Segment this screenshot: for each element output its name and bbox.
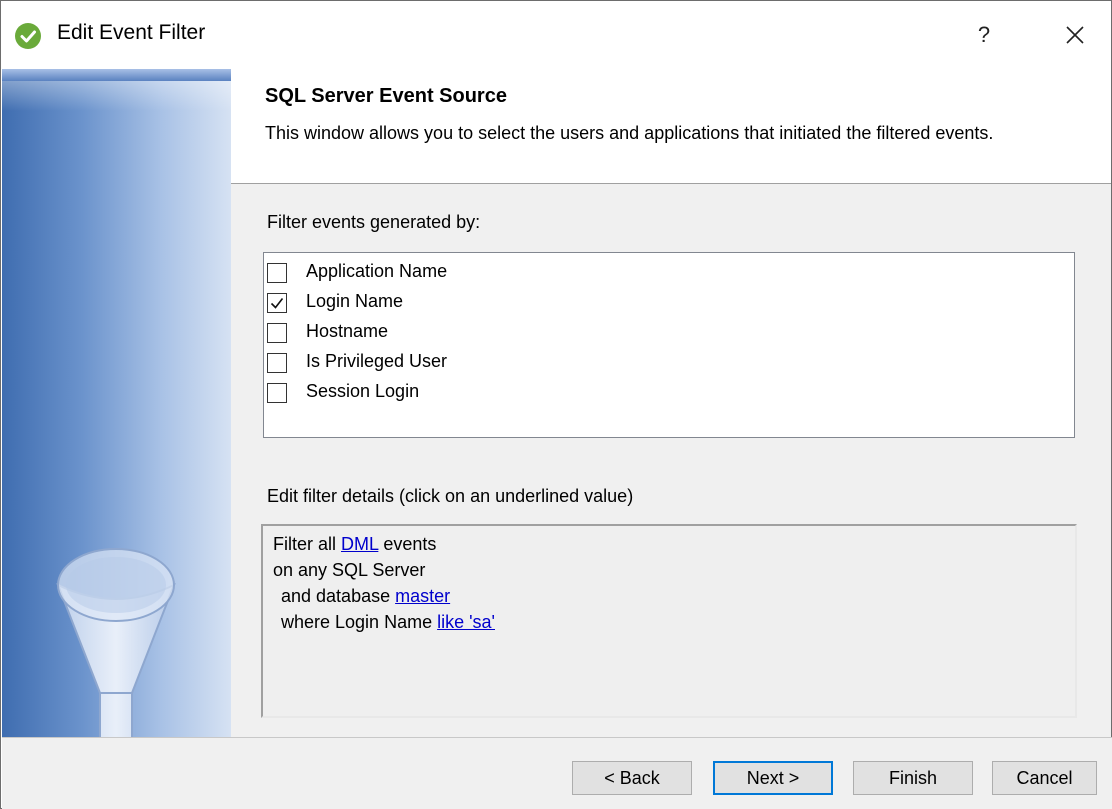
- checklist-item-hostname[interactable]: Hostname: [267, 319, 667, 347]
- checkmark-icon: [270, 298, 284, 309]
- filter-events-label: Filter events generated by:: [267, 212, 481, 232]
- checklist-item-application-name[interactable]: Application Name: [267, 259, 667, 287]
- details-line: where Login Name like 'sa': [281, 612, 495, 633]
- checkbox[interactable]: [267, 353, 287, 373]
- details-text: on any SQL Server: [273, 560, 426, 580]
- cancel-button[interactable]: Cancel: [992, 761, 1097, 795]
- side-banner: [2, 69, 231, 737]
- checkbox-label: Is Privileged User: [306, 351, 448, 371]
- details-line: Filter all DML events: [273, 534, 436, 555]
- finish-button[interactable]: Finish: [853, 761, 973, 795]
- checklist-item-login-name[interactable]: Login Name: [267, 289, 667, 317]
- check-circle-icon: [15, 23, 41, 49]
- details-text: Filter all: [273, 534, 342, 554]
- title-bar: Edit Event Filter ?: [1, 1, 1111, 69]
- details-text: events: [378, 534, 437, 554]
- filter-details-label: Edit filter details (click on an underli…: [267, 486, 634, 506]
- next-button[interactable]: Next >: [713, 761, 833, 795]
- checkbox-label: Login Name: [306, 291, 404, 311]
- window-title: Edit Event Filter: [57, 21, 206, 44]
- wizard-header: SQL Server Event Source This window allo…: [231, 69, 1111, 183]
- details-text: where Login Name: [281, 612, 438, 632]
- content-area: Filter events generated by: Application …: [231, 184, 1111, 737]
- page-title: SQL Server Event Source: [265, 85, 507, 107]
- checkbox-label: Application Name: [306, 261, 448, 281]
- checklist-item-session-login[interactable]: Session Login: [267, 379, 667, 407]
- details-text: and database: [281, 586, 396, 606]
- checkbox[interactable]: [267, 323, 287, 343]
- checkbox-label: Session Login: [306, 381, 420, 401]
- details-line: on any SQL Server: [273, 560, 425, 581]
- login-name-condition-link[interactable]: like 'sa': [437, 612, 495, 632]
- help-button[interactable]: ?: [969, 19, 999, 51]
- checkbox-label: Hostname: [306, 321, 389, 341]
- checklist-item-is-privileged-user[interactable]: Is Privileged User: [267, 349, 667, 377]
- filter-checklist[interactable]: Application Name Login Name Hostname Is …: [263, 252, 1075, 438]
- page-description: This window allows you to select the use…: [265, 123, 994, 143]
- checkbox[interactable]: [267, 263, 287, 283]
- close-button[interactable]: [1057, 17, 1093, 53]
- filter-details-box: Filter all DML events on any SQL Server …: [261, 524, 1077, 718]
- event-type-link[interactable]: DML: [341, 534, 378, 554]
- checkbox[interactable]: [267, 293, 287, 313]
- funnel-icon: [56, 548, 176, 737]
- details-line: and database master: [281, 586, 450, 607]
- back-button[interactable]: < Back: [572, 761, 692, 795]
- button-bar: < Back Next > Finish Cancel: [2, 738, 1112, 809]
- database-link[interactable]: master: [395, 586, 450, 606]
- edit-event-filter-dialog: Edit Event Filter ? SQL Server Event Sou…: [0, 0, 1112, 809]
- close-icon: [1066, 26, 1084, 44]
- checkbox[interactable]: [267, 383, 287, 403]
